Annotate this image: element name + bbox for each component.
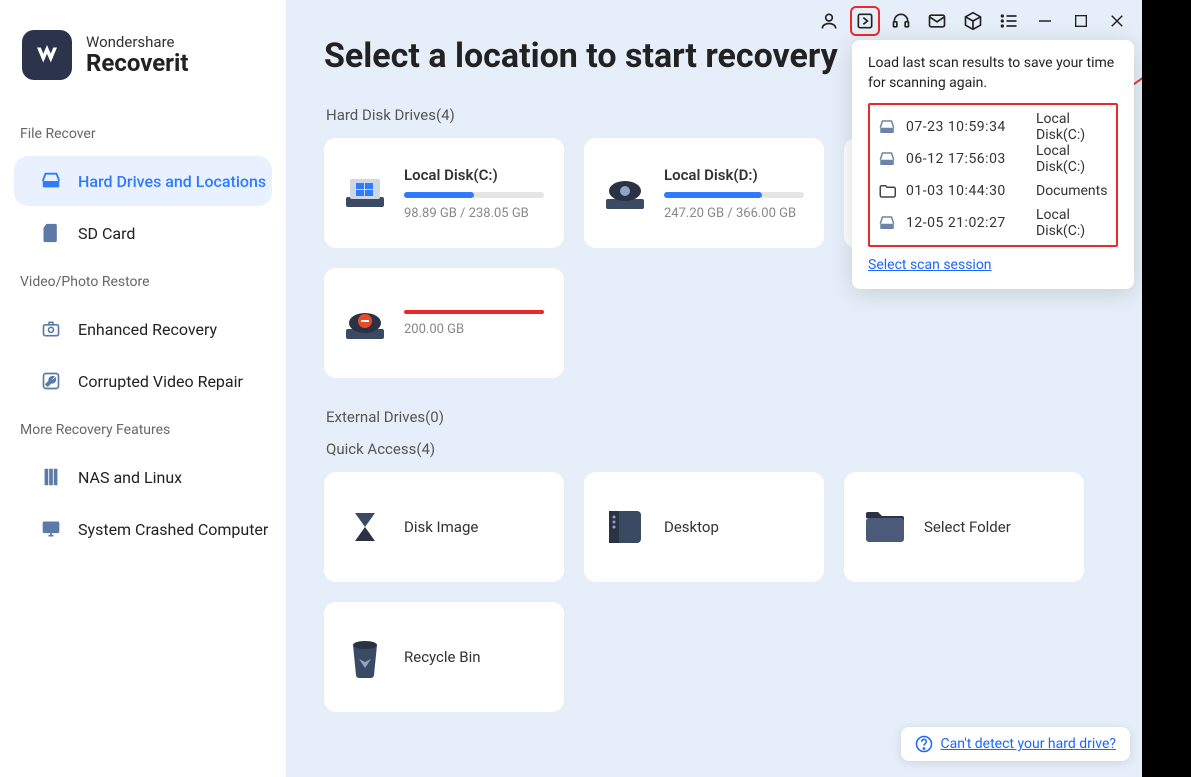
cube-icon[interactable] [960, 8, 986, 34]
quick-access-label: Select Folder [924, 518, 1066, 536]
scan-session-list: 07-23 10:59:34Local Disk(C:)06-12 17:56:… [868, 103, 1118, 247]
scan-location: Local Disk(C:) [1036, 143, 1108, 175]
drive-card[interactable]: Local Disk(C:) 98.89 GB / 238.05 GB [324, 138, 564, 248]
select-scan-session-link[interactable]: Select scan session [868, 257, 992, 273]
help-pill[interactable]: Can't detect your hard drive? [901, 727, 1130, 761]
sidebar-item-label: SD Card [78, 224, 135, 243]
scan-session-row[interactable]: 06-12 17:56:03 Local Disk(C:) [874, 143, 1112, 175]
scan-time: 06-12 17:56:03 [906, 151, 1026, 167]
page-title-text: Select a location to start recovery [324, 36, 838, 76]
drive-size: 247.20 GB / 366.00 GB [664, 206, 806, 221]
drive-icon [342, 303, 388, 343]
folder-icon [862, 507, 908, 547]
monitor-icon [40, 518, 62, 540]
scan-location: Local Disk(C:) [1036, 207, 1108, 239]
sidebar-item-corrupted-video-repair[interactable]: Corrupted Video Repair [14, 356, 272, 406]
drive-icon [40, 170, 62, 192]
logo-icon [22, 30, 72, 80]
quick-access-card[interactable]: Desktop [584, 472, 824, 582]
drive-size: 98.89 GB / 238.05 GB [404, 206, 546, 221]
drive-icon [878, 118, 896, 136]
drive-icon [878, 214, 896, 232]
sidebar-item-hard-drives-and-locations[interactable]: Hard Drives and Locations [14, 156, 272, 206]
ext-section-head: External Drives(0) [326, 408, 1104, 426]
nav-section-label: File Recover [0, 112, 286, 154]
popup-title: Load last scan results to save your time… [868, 54, 1118, 93]
load-scan-results-icon[interactable] [852, 8, 878, 34]
usage-bar [404, 192, 544, 198]
mail-icon[interactable] [924, 8, 950, 34]
scan-time: 01-03 10:44:30 [906, 183, 1026, 199]
help-icon [915, 735, 933, 753]
drive-card[interactable]: 200.00 GB [324, 268, 564, 378]
nav-section-label: More Recovery Features [0, 408, 286, 450]
scan-results-popup: Load last scan results to save your time… [852, 40, 1134, 289]
drive-name: Local Disk(C:) [404, 166, 546, 184]
scan-session-row[interactable]: 07-23 10:59:34 Local Disk(C:) [874, 111, 1112, 143]
drive-card[interactable]: Local Disk(D:) 247.20 GB / 366.00 GB [584, 138, 824, 248]
usage-bar [664, 192, 804, 198]
sidebar-item-label: System Crashed Computer [78, 520, 268, 539]
sdcard-icon [40, 222, 62, 244]
drive-name: Local Disk(D:) [664, 166, 806, 184]
close-icon[interactable] [1104, 8, 1130, 34]
drive-size: 200.00 GB [404, 322, 546, 337]
scan-location: Local Disk(C:) [1036, 111, 1108, 143]
server-icon [40, 466, 62, 488]
scan-time: 07-23 10:59:34 [906, 119, 1026, 135]
sidebar-item-nas-and-linux[interactable]: NAS and Linux [14, 452, 272, 502]
quick-access-label: Desktop [664, 518, 806, 536]
support-headset-icon[interactable] [888, 8, 914, 34]
drive-icon [342, 173, 388, 213]
scan-location: Documents [1036, 183, 1108, 199]
help-link[interactable]: Can't detect your hard drive? [941, 736, 1116, 752]
minimize-icon[interactable] [1032, 8, 1058, 34]
quick-access-card[interactable]: Recycle Bin [324, 602, 564, 712]
desktop-icon [602, 507, 648, 547]
quick-access-label: Recycle Bin [404, 648, 546, 666]
quick-access-label: Disk Image [404, 518, 546, 536]
list-icon[interactable] [996, 8, 1022, 34]
drive-icon [602, 173, 648, 213]
sidebar: Wondershare Recoverit File Recover Hard D… [0, 0, 286, 777]
qa-card-grid: Disk Image Desktop Select Folder Recycle Bi… [324, 472, 1104, 712]
sidebar-item-enhanced-recovery[interactable]: Enhanced Recovery [14, 304, 272, 354]
sidebar-item-label: Hard Drives and Locations [78, 172, 266, 191]
folder-icon [878, 182, 896, 200]
main-panel: Select a location to start recovery Hard… [286, 0, 1142, 777]
window-titlebar [816, 8, 1130, 34]
nav-section-label: Video/Photo Restore [0, 260, 286, 302]
account-icon[interactable] [816, 8, 842, 34]
scan-session-row[interactable]: 12-05 21:02:27 Local Disk(C:) [874, 207, 1112, 239]
lost-partition-bar [404, 310, 544, 314]
sidebar-item-system-crashed-computer[interactable]: System Crashed Computer [14, 504, 272, 554]
sidebar-item-sd-card[interactable]: SD Card [14, 208, 272, 258]
app-logo: Wondershare Recoverit [0, 30, 286, 80]
maximize-icon[interactable] [1068, 8, 1094, 34]
quick-access-card[interactable]: Select Folder [844, 472, 1084, 582]
sidebar-item-label: Corrupted Video Repair [78, 372, 243, 391]
scan-time: 12-05 21:02:27 [906, 215, 1026, 231]
quick-access-card[interactable]: Disk Image [324, 472, 564, 582]
wrench-icon [40, 370, 62, 392]
scan-session-row[interactable]: 01-03 10:44:30 Documents [874, 175, 1112, 207]
bin-icon [342, 637, 388, 677]
camera-icon [40, 318, 62, 340]
sidebar-item-label: NAS and Linux [78, 468, 182, 487]
brand-name: Recoverit [86, 50, 188, 76]
qa-section-head: Quick Access(4) [326, 440, 1104, 458]
brand-top: Wondershare [86, 34, 188, 51]
drive-icon [878, 150, 896, 168]
sidebar-item-label: Enhanced Recovery [78, 320, 217, 339]
diskimage-icon [342, 507, 388, 547]
